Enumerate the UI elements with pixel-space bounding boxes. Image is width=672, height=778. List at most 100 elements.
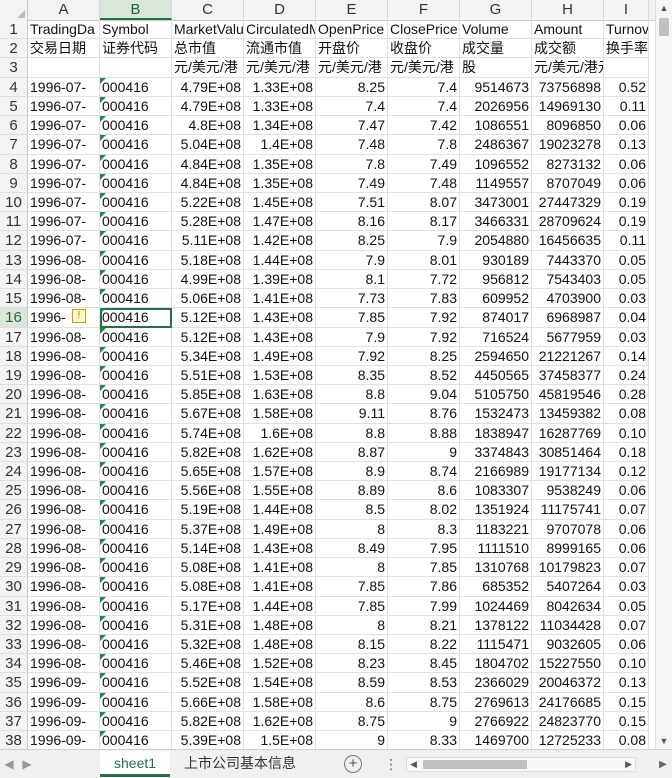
cell-i35[interactable]: 0.13 bbox=[604, 673, 649, 693]
cell-f14[interactable]: 7.72 bbox=[388, 269, 460, 290]
cell-a35[interactable]: 1996-09- bbox=[28, 673, 100, 693]
row-header-37[interactable]: 37 bbox=[0, 711, 28, 732]
cell-a24[interactable]: 1996-08- bbox=[28, 462, 100, 482]
cell-f36[interactable]: 8.75 bbox=[388, 692, 460, 712]
cell-g37[interactable]: 2766922 bbox=[460, 711, 532, 732]
cell-i18[interactable]: 0.14 bbox=[604, 346, 649, 366]
cell-b11[interactable]: 000416 bbox=[100, 212, 172, 232]
tab-scroll-right-icon[interactable]: ▶ bbox=[18, 757, 36, 771]
column-header-f[interactable]: F bbox=[388, 0, 460, 20]
cell-f28[interactable]: 7.95 bbox=[388, 538, 460, 559]
cell-a4[interactable]: 1996-07- bbox=[28, 77, 100, 97]
cell-g19[interactable]: 4450565 bbox=[460, 365, 532, 386]
cell-d18[interactable]: 1.49E+08 bbox=[244, 346, 316, 366]
row-header-31[interactable]: 31 bbox=[0, 596, 28, 616]
cell-e26[interactable]: 8.5 bbox=[316, 500, 388, 520]
cell-h9[interactable]: 8707049 bbox=[532, 173, 604, 193]
cell-d20[interactable]: 1.63E+08 bbox=[244, 385, 316, 405]
cell-g24[interactable]: 2166989 bbox=[460, 462, 532, 482]
cell-a37[interactable]: 1996-09- bbox=[28, 711, 100, 732]
cell-g30[interactable]: 685352 bbox=[460, 577, 532, 597]
cell-i37[interactable]: 0.15 bbox=[604, 711, 649, 732]
cell-i23[interactable]: 0.18 bbox=[604, 442, 649, 463]
cell-c28[interactable]: 5.14E+08 bbox=[172, 538, 244, 559]
cell-b36[interactable]: 000416 bbox=[100, 692, 172, 712]
cell-c23[interactable]: 5.82E+08 bbox=[172, 442, 244, 463]
cell-c19[interactable]: 5.51E+08 bbox=[172, 365, 244, 386]
cell-h11[interactable]: 28709624 bbox=[532, 212, 604, 232]
cell-e23[interactable]: 8.87 bbox=[316, 442, 388, 463]
cell-d38[interactable]: 1.5E+08 bbox=[244, 731, 316, 749]
cell-i33[interactable]: 0.06 bbox=[604, 635, 649, 655]
cell-h5[interactable]: 14969130 bbox=[532, 96, 604, 117]
select-all-corner[interactable] bbox=[0, 0, 28, 20]
cell-f2[interactable]: 收盘价 bbox=[388, 39, 460, 59]
cell-c13[interactable]: 5.18E+08 bbox=[172, 250, 244, 270]
cell-d32[interactable]: 1.48E+08 bbox=[244, 615, 316, 635]
cell-h22[interactable]: 16287769 bbox=[532, 423, 604, 443]
cell-e5[interactable]: 7.4 bbox=[316, 96, 388, 117]
cell-b2[interactable]: 证券代码 bbox=[100, 39, 172, 59]
cell-i21[interactable]: 0.08 bbox=[604, 404, 649, 424]
cell-h24[interactable]: 19177134 bbox=[532, 462, 604, 482]
cell-d1[interactable]: CirculatedM bbox=[244, 20, 316, 40]
cell-a16[interactable]: 1996-! bbox=[28, 308, 100, 328]
cell-a9[interactable]: 1996-07- bbox=[28, 173, 100, 193]
cell-h33[interactable]: 9032605 bbox=[532, 635, 604, 655]
cell-h36[interactable]: 24176685 bbox=[532, 692, 604, 712]
cell-b29[interactable]: 000416 bbox=[100, 558, 172, 578]
cell-h1[interactable]: Amount bbox=[532, 20, 604, 40]
cell-i25[interactable]: 0.06 bbox=[604, 481, 649, 501]
more-icon[interactable]: ⋮ bbox=[384, 756, 398, 773]
row-header-32[interactable]: 32 bbox=[0, 615, 28, 635]
cell-c2[interactable]: 总市值 bbox=[172, 39, 244, 59]
cell-e2[interactable]: 开盘价 bbox=[316, 39, 388, 59]
cell-g4[interactable]: 9514673 bbox=[460, 77, 532, 97]
cell-g38[interactable]: 1469700 bbox=[460, 731, 532, 749]
cell-c33[interactable]: 5.32E+08 bbox=[172, 635, 244, 655]
cell-i8[interactable]: 0.06 bbox=[604, 154, 649, 174]
cell-h4[interactable]: 73756898 bbox=[532, 77, 604, 97]
row-header-13[interactable]: 13 bbox=[0, 250, 28, 270]
cell-c17[interactable]: 5.12E+08 bbox=[172, 327, 244, 347]
cell-c20[interactable]: 5.85E+08 bbox=[172, 385, 244, 405]
row-header-11[interactable]: 11 bbox=[0, 212, 28, 232]
cell-f7[interactable]: 7.8 bbox=[388, 135, 460, 155]
cell-i34[interactable]: 0.10 bbox=[604, 654, 649, 674]
cell-g18[interactable]: 2594650 bbox=[460, 346, 532, 366]
cell-d28[interactable]: 1.43E+08 bbox=[244, 538, 316, 559]
row-header-25[interactable]: 25 bbox=[0, 481, 28, 501]
cell-g35[interactable]: 2366029 bbox=[460, 673, 532, 693]
cell-e27[interactable]: 8 bbox=[316, 519, 388, 539]
cell-b34[interactable]: 000416 bbox=[100, 654, 172, 674]
cell-f15[interactable]: 7.83 bbox=[388, 289, 460, 309]
cell-f38[interactable]: 8.33 bbox=[388, 731, 460, 749]
cell-a19[interactable]: 1996-08- bbox=[28, 365, 100, 386]
cell-h6[interactable]: 8096850 bbox=[532, 116, 604, 136]
cell-b14[interactable]: 000416 bbox=[100, 269, 172, 290]
row-header-20[interactable]: 20 bbox=[0, 385, 28, 405]
cell-d3[interactable]: 元/美元/港 bbox=[244, 58, 316, 78]
row-header-9[interactable]: 9 bbox=[0, 173, 28, 193]
cell-d23[interactable]: 1.62E+08 bbox=[244, 442, 316, 463]
cell-e31[interactable]: 7.85 bbox=[316, 596, 388, 616]
cell-f31[interactable]: 7.99 bbox=[388, 596, 460, 616]
cell-d10[interactable]: 1.45E+08 bbox=[244, 192, 316, 213]
cell-i38[interactable]: 0.08 bbox=[604, 731, 649, 749]
cell-f16[interactable]: 7.92 bbox=[388, 308, 460, 328]
cell-d6[interactable]: 1.34E+08 bbox=[244, 116, 316, 136]
cell-b7[interactable]: 000416 bbox=[100, 135, 172, 155]
cell-b1[interactable]: Symbol bbox=[100, 20, 172, 40]
cell-h30[interactable]: 5407264 bbox=[532, 577, 604, 597]
cell-a29[interactable]: 1996-08- bbox=[28, 558, 100, 578]
cell-g16[interactable]: 874017 bbox=[460, 308, 532, 328]
cell-g36[interactable]: 2769613 bbox=[460, 692, 532, 712]
cell-c12[interactable]: 5.11E+08 bbox=[172, 231, 244, 251]
cell-a14[interactable]: 1996-08- bbox=[28, 269, 100, 290]
cell-h3[interactable]: 元/美元/港元 bbox=[532, 58, 604, 78]
horizontal-scroll-thumb[interactable] bbox=[423, 759, 528, 769]
cell-f33[interactable]: 8.22 bbox=[388, 635, 460, 655]
cell-a30[interactable]: 1996-08- bbox=[28, 577, 100, 597]
cell-h29[interactable]: 10179823 bbox=[532, 558, 604, 578]
cell-g17[interactable]: 716524 bbox=[460, 327, 532, 347]
